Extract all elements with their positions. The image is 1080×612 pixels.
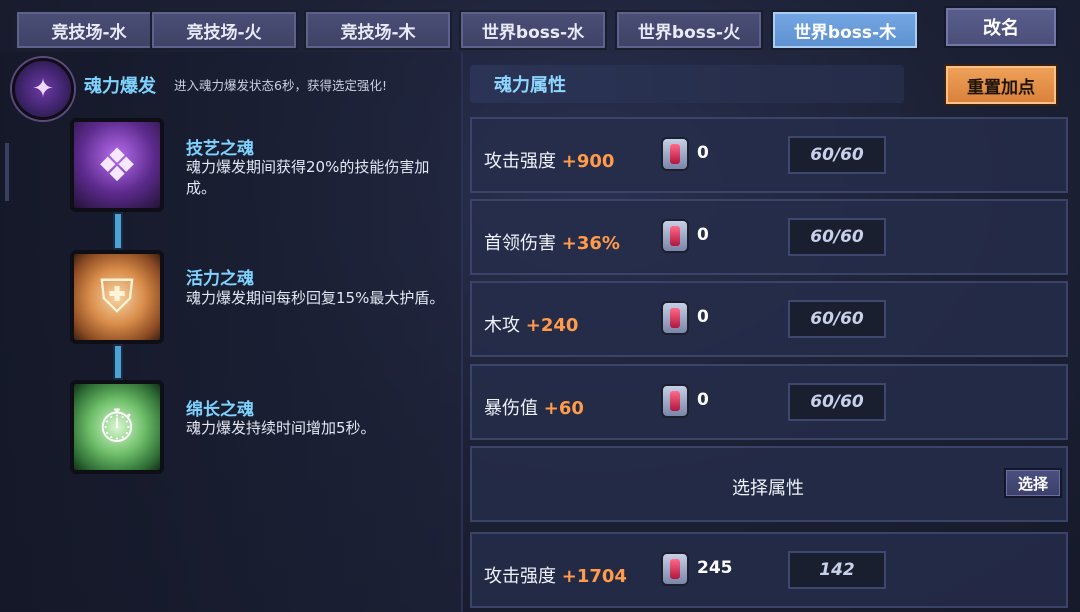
skill-connector xyxy=(115,214,121,248)
attribute-level: 60/60 xyxy=(788,383,886,421)
attribute-level: 60/60 xyxy=(788,300,886,338)
skill-name: 活力之魂 xyxy=(186,269,254,289)
rename-button[interactable]: 改名 xyxy=(944,6,1058,48)
skill-connector xyxy=(115,346,121,378)
gem-count: 0 xyxy=(697,143,709,163)
gem-count: 0 xyxy=(697,390,709,410)
skill-description: 魂力爆发持续时间增加5秒。 xyxy=(186,419,376,437)
attribute-row: 首领伤害 +36% 0 60/60 xyxy=(470,199,1068,275)
purple-crystal-icon[interactable]: ❖ xyxy=(70,118,164,212)
panel-divider xyxy=(461,52,463,612)
shield-emblem-icon[interactable]: ⛨ xyxy=(70,250,164,344)
attribute-label: 暴伤值 +60 xyxy=(484,398,584,419)
attribute-bonus: +36% xyxy=(561,233,620,254)
gem-count: 0 xyxy=(697,307,709,327)
attribute-bonus: +60 xyxy=(543,398,584,419)
select-button[interactable]: 选择 xyxy=(1004,468,1062,498)
attribute-level: 60/60 xyxy=(788,218,886,256)
soul-gem-icon xyxy=(661,552,689,586)
tab-arena-wood[interactable]: 竞技场-木 xyxy=(304,10,452,50)
select-attribute-row: 选择属性 选择 xyxy=(470,446,1068,522)
tab-worldboss-water[interactable]: 世界boss-水 xyxy=(459,10,607,50)
attribute-label: 首领伤害 +36% xyxy=(484,233,620,254)
tab-worldboss-fire[interactable]: 世界boss-火 xyxy=(615,10,763,50)
skill-name: 绵长之魂 xyxy=(186,400,254,420)
soul-burst-icon: ✦ xyxy=(12,58,74,120)
skill-name: 技艺之魂 xyxy=(186,139,254,159)
attribute-bonus: +900 xyxy=(561,151,615,172)
stopwatch-icon[interactable]: ⏱ xyxy=(70,380,164,474)
attribute-level: 142 xyxy=(788,551,886,589)
skill-description: 魂力爆发期间每秒回复15%最大护盾。 xyxy=(186,289,445,307)
attribute-label: 攻击强度 +900 xyxy=(484,151,615,172)
select-attribute-label: 选择属性 xyxy=(732,478,804,499)
soul-attributes-header: 魂力属性 xyxy=(470,65,904,103)
tab-arena-fire[interactable]: 竞技场-火 xyxy=(150,10,298,50)
scrollbar[interactable] xyxy=(5,143,9,201)
attribute-level: 60/60 xyxy=(788,136,886,174)
attribute-row: 暴伤值 +60 0 60/60 xyxy=(470,364,1068,440)
soul-gem-icon xyxy=(661,137,689,171)
soul-gem-icon xyxy=(661,301,689,335)
soul-burst-description: 进入魂力爆发状态6秒，获得选定强化! xyxy=(174,78,387,93)
attribute-label: 木攻 +240 xyxy=(484,315,579,336)
soul-burst-title: 魂力爆发 xyxy=(84,76,156,97)
gem-count: 0 xyxy=(697,225,709,245)
tab-bar: 竞技场-水 竞技场-火 竞技场-木 世界boss-水 世界boss-火 世界bo… xyxy=(0,0,1080,52)
attribute-label: 攻击强度 +1704 xyxy=(484,566,627,587)
soul-gem-icon xyxy=(661,219,689,253)
attribute-bonus: +240 xyxy=(525,315,579,336)
attribute-row: 木攻 +240 0 60/60 xyxy=(470,281,1068,357)
attribute-row: 攻击强度 +1704 245 142 xyxy=(470,532,1068,608)
reset-points-button[interactable]: 重置加点 xyxy=(944,64,1058,106)
soul-gem-icon xyxy=(661,384,689,418)
attribute-bonus: +1704 xyxy=(561,566,627,587)
tab-arena-water[interactable]: 竞技场-水 xyxy=(15,10,163,50)
gem-count: 245 xyxy=(697,558,733,578)
attribute-row: 攻击强度 +900 0 60/60 xyxy=(470,117,1068,193)
tab-worldboss-wood[interactable]: 世界boss-木 xyxy=(771,10,919,50)
skill-description: 魂力爆发期间获得20%的技能伤害加成。 xyxy=(186,158,430,197)
